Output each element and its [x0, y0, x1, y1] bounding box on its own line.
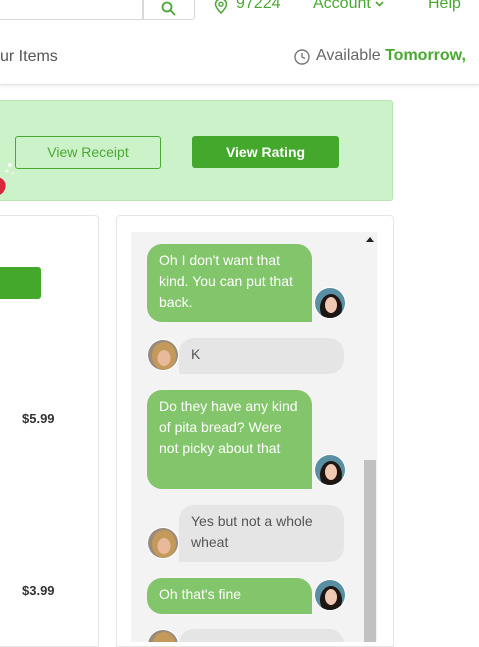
- chevron-down-icon: [375, 1, 384, 7]
- customer-avatar: [147, 527, 179, 559]
- shopper-message: Do they have any kind of pita bread? Wer…: [147, 390, 312, 489]
- item-price: $3.99: [22, 583, 55, 598]
- account-menu[interactable]: Account: [313, 0, 384, 13]
- search-icon: [161, 1, 176, 16]
- items-panel: $5.99 $3.99: [0, 215, 99, 647]
- available-day: Tomorrow,: [385, 47, 466, 64]
- customer-message: Yes but not a whole wheat: [179, 505, 344, 562]
- order-subheader: ur Items Available Tomorrow,: [0, 30, 479, 85]
- customer-avatar: [147, 339, 179, 371]
- shopper-avatar: [314, 454, 346, 486]
- shopper-message: Oh I don't want that kind. You can put t…: [147, 244, 312, 322]
- shopper-avatar: [314, 579, 346, 611]
- shopper-message: Oh that's fine: [147, 578, 312, 614]
- clock-icon: [294, 49, 310, 65]
- account-label: Account: [313, 0, 371, 12]
- customer-avatar: [147, 629, 179, 642]
- available-label: Available: [316, 47, 381, 64]
- map-pin-icon: [214, 0, 228, 14]
- scroll-up-arrow-icon[interactable]: [366, 237, 374, 242]
- your-items-tab[interactable]: ur Items: [0, 48, 58, 66]
- search-button[interactable]: [143, 0, 195, 20]
- top-bar: 97224 Account Help: [0, 0, 479, 20]
- order-complete-banner: View Receipt View Rating: [0, 100, 393, 201]
- view-receipt-button[interactable]: View Receipt: [15, 136, 161, 169]
- zip-code-text: 97224: [236, 0, 281, 12]
- scroll-thumb[interactable]: [364, 460, 376, 642]
- item-price: $5.99: [22, 411, 55, 426]
- view-rating-button[interactable]: View Rating: [192, 136, 339, 168]
- search-input[interactable]: [0, 0, 143, 20]
- help-link[interactable]: Help: [428, 0, 461, 13]
- chat-message-list[interactable]: Oh I don't want that kind. You can put t…: [131, 232, 377, 642]
- items-action-button[interactable]: [0, 267, 41, 299]
- shopper-avatar: [314, 287, 346, 319]
- customer-message: [179, 629, 344, 642]
- availability-info: Available Tomorrow,: [294, 47, 466, 65]
- chat-scrollbar[interactable]: [363, 232, 377, 642]
- chat-panel: Oh I don't want that kind. You can put t…: [116, 215, 394, 647]
- customer-message: K: [179, 338, 344, 374]
